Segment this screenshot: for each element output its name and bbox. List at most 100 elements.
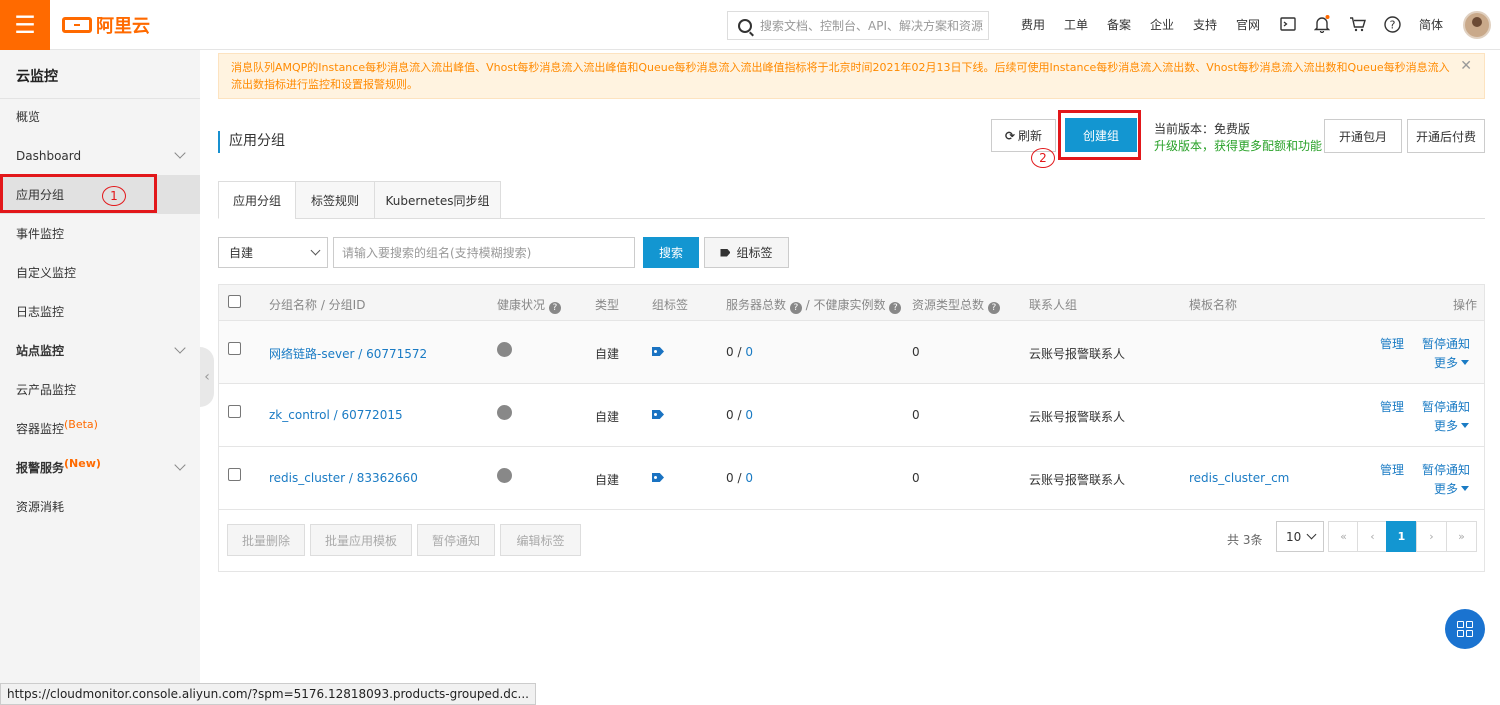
page-size-select[interactable]: 10 bbox=[1276, 521, 1324, 552]
tab-app-groups[interactable]: 应用分组 bbox=[218, 181, 296, 219]
page-1-button[interactable]: 1 bbox=[1386, 521, 1417, 552]
pause-notify-link[interactable]: 暂停通知 bbox=[1422, 461, 1470, 478]
row-checkbox[interactable] bbox=[228, 468, 241, 481]
top-bar: ☰ 阿里云 搜索文档、控制台、API、解决方案和资源 费用 工单 备案 企业 支… bbox=[0, 0, 1500, 50]
group-name-link[interactable]: zk_control / 60772015 bbox=[269, 408, 403, 422]
last-page-button[interactable]: » bbox=[1446, 521, 1477, 552]
header-health: 健康状况 ? bbox=[497, 296, 561, 314]
tab-tag-rules[interactable]: 标签规则 bbox=[295, 181, 375, 219]
sidebar-item-site-monitor[interactable]: 站点监控 bbox=[0, 331, 200, 370]
annotation-number-2: 2 bbox=[1031, 148, 1055, 168]
nav-fees[interactable]: 费用 bbox=[1021, 16, 1045, 33]
template-name[interactable]: redis_cluster_cm bbox=[1189, 471, 1289, 485]
row-checkbox[interactable] bbox=[228, 405, 241, 418]
sidebar-item-overview[interactable]: 概览 bbox=[0, 97, 200, 136]
pause-notify-link[interactable]: 暂停通知 bbox=[1422, 335, 1470, 352]
manage-link[interactable]: 管理 bbox=[1380, 335, 1404, 352]
health-status-dot bbox=[497, 405, 512, 420]
help-icon[interactable]: ? bbox=[1383, 14, 1401, 34]
first-page-button[interactable]: « bbox=[1328, 521, 1359, 552]
sidebar-item-container-monitor[interactable]: 容器监控 (Beta) bbox=[0, 409, 200, 448]
user-avatar[interactable] bbox=[1463, 11, 1491, 39]
manage-link[interactable]: 管理 bbox=[1380, 398, 1404, 415]
aliyun-logo[interactable]: 阿里云 bbox=[62, 12, 150, 38]
postpaid-button[interactable]: 开通后付费 bbox=[1407, 119, 1485, 153]
table-row: redis_cluster / 83362660 自建 0 / 0 0 云账号报… bbox=[219, 447, 1484, 510]
bulk-delete-button[interactable]: 批量删除 bbox=[227, 524, 305, 556]
table-row: 网络链路-sever / 60771572 自建 0 / 0 0 云账号报警联系… bbox=[219, 321, 1484, 384]
nav-support[interactable]: 支持 bbox=[1193, 16, 1217, 33]
group-name-link[interactable]: redis_cluster / 83362660 bbox=[269, 471, 418, 485]
server-counts: 0 / 0 bbox=[726, 345, 753, 359]
prev-page-button[interactable]: ‹ bbox=[1357, 521, 1388, 552]
monthly-plan-button[interactable]: 开通包月 bbox=[1324, 119, 1402, 153]
chevron-down-icon bbox=[174, 147, 186, 159]
nav-enterprise[interactable]: 企业 bbox=[1150, 16, 1174, 33]
help-icon[interactable]: ? bbox=[987, 302, 1000, 314]
table-header: 分组名称 / 分组ID 健康状况 ? 类型 组标签 服务器总数 ? / 不健康实… bbox=[219, 285, 1484, 321]
sidebar-collapse-handle[interactable]: ‹ bbox=[200, 347, 214, 407]
refresh-icon: ⟳ bbox=[1004, 128, 1016, 143]
more-dropdown[interactable]: 更多 bbox=[1434, 354, 1470, 371]
language-switch[interactable]: 简体 bbox=[1419, 16, 1443, 33]
sidebar-item-alarm-service[interactable]: 报警服务 (New) bbox=[0, 448, 200, 487]
annotation-box-app-groups bbox=[0, 174, 157, 213]
annotation-box-create bbox=[1058, 110, 1141, 160]
sidebar-item-cloud-product-monitor[interactable]: 云产品监控 bbox=[0, 370, 200, 409]
help-icon[interactable]: ? bbox=[889, 302, 902, 314]
caret-down-icon bbox=[1461, 360, 1470, 365]
row-checkbox[interactable] bbox=[228, 342, 241, 355]
search-button[interactable]: 搜索 bbox=[643, 237, 699, 268]
sidebar-item-custom-monitor[interactable]: 自定义监控 bbox=[0, 253, 200, 292]
tab-kubernetes-sync[interactable]: Kubernetes同步组 bbox=[374, 181, 501, 219]
bell-icon[interactable] bbox=[1313, 14, 1331, 34]
header-resource-types: 资源类型总数 ? bbox=[912, 296, 1000, 314]
header-ops: 操作 bbox=[1453, 298, 1478, 312]
tag-icon[interactable] bbox=[652, 410, 664, 419]
help-icon[interactable]: ? bbox=[548, 302, 561, 314]
bulk-edit-tags-button[interactable]: 编辑标签 bbox=[500, 524, 581, 556]
next-page-button[interactable]: › bbox=[1416, 521, 1447, 552]
search-icon bbox=[738, 18, 752, 33]
tag-icon[interactable] bbox=[652, 473, 664, 482]
floating-apps-button[interactable] bbox=[1445, 609, 1485, 649]
help-icon[interactable]: ? bbox=[789, 302, 802, 314]
close-icon[interactable]: ✕ bbox=[1460, 58, 1472, 75]
tag-icon[interactable] bbox=[652, 347, 664, 356]
table-row: zk_control / 60772015 自建 0 / 0 0 云账号报警联系… bbox=[219, 384, 1484, 447]
sidebar-item-log-monitor[interactable]: 日志监控 bbox=[0, 292, 200, 331]
global-search-input[interactable]: 搜索文档、控制台、API、解决方案和资源 bbox=[727, 11, 989, 40]
pause-notify-link[interactable]: 暂停通知 bbox=[1422, 398, 1470, 415]
beta-badge: (Beta) bbox=[64, 418, 98, 431]
page-title: 应用分组 bbox=[218, 131, 285, 153]
resource-type-count: 0 bbox=[912, 471, 920, 485]
more-dropdown[interactable]: 更多 bbox=[1434, 417, 1470, 434]
header-name: 分组名称 / 分组ID bbox=[269, 298, 366, 312]
nav-icp[interactable]: 备案 bbox=[1107, 16, 1131, 33]
sidebar-item-event-monitor[interactable]: 事件监控 bbox=[0, 214, 200, 253]
sidebar-item-dashboard[interactable]: Dashboard bbox=[0, 136, 200, 175]
select-all-checkbox[interactable] bbox=[228, 295, 241, 308]
bulk-apply-template-button[interactable]: 批量应用模板 bbox=[310, 524, 412, 556]
group-name-link[interactable]: 网络链路-sever / 60771572 bbox=[269, 345, 427, 362]
group-type-select[interactable]: 自建 bbox=[218, 237, 328, 268]
hamburger-menu-icon[interactable]: ☰ bbox=[0, 0, 50, 50]
upgrade-link[interactable]: 升级版本，获得更多配额和功能 bbox=[1154, 137, 1322, 154]
group-type: 自建 bbox=[595, 473, 620, 487]
current-version: 当前版本：免费版 bbox=[1154, 122, 1251, 136]
caret-down-icon bbox=[1461, 423, 1470, 428]
terminal-icon[interactable] bbox=[1279, 14, 1297, 34]
bulk-pause-notify-button[interactable]: 暂停通知 bbox=[417, 524, 495, 556]
nav-tickets[interactable]: 工单 bbox=[1064, 16, 1088, 33]
group-search-input[interactable]: 请输入要搜索的组名(支持模糊搜索) bbox=[333, 237, 635, 268]
manage-link[interactable]: 管理 bbox=[1380, 461, 1404, 478]
pagination-total: 共 3条 bbox=[1227, 533, 1263, 547]
header-contact: 联系人组 bbox=[1029, 298, 1078, 312]
refresh-button[interactable]: ⟳ 刷新 bbox=[991, 119, 1056, 152]
sidebar-item-resource-usage[interactable]: 资源消耗 bbox=[0, 487, 200, 526]
cart-icon[interactable] bbox=[1348, 14, 1366, 34]
group-tag-button[interactable]: 组标签 bbox=[704, 237, 789, 268]
more-dropdown[interactable]: 更多 bbox=[1434, 480, 1470, 497]
nav-website[interactable]: 官网 bbox=[1236, 16, 1260, 33]
server-counts: 0 / 0 bbox=[726, 471, 753, 485]
